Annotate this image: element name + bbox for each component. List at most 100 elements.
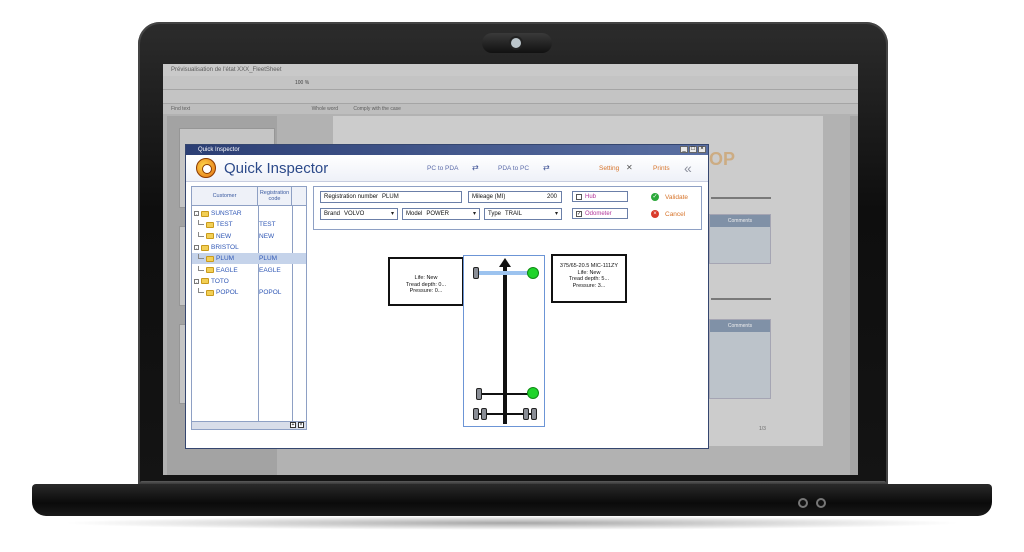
tree-footer: + × (192, 421, 306, 429)
tire-rear1-right[interactable] (527, 387, 539, 399)
sync-icon[interactable]: ⇄ (472, 163, 482, 172)
expand-icon[interactable]: - (194, 211, 199, 217)
rear-axle-1[interactable] (476, 393, 534, 395)
laptop-mockup: Prévisualisation de l'état XXX_FleetShee… (0, 0, 1024, 552)
tree-row[interactable]: EAGLE EAGLE (192, 264, 306, 275)
checkbox-icon (576, 193, 582, 200)
vehicle-form: Registration number PLUM Mileage (MI) 20… (313, 186, 702, 230)
registration-value: PLUM (382, 194, 399, 200)
tire-front-left[interactable] (473, 267, 479, 279)
tire-rear2-right-outer[interactable] (531, 408, 537, 420)
odometer-label: Odometer (585, 210, 612, 217)
validate-button[interactable]: ✓ Validate (651, 193, 688, 201)
window-title: Quick Inspector (198, 147, 240, 153)
back-arrow-icon[interactable]: « (684, 160, 702, 176)
close-button[interactable]: × (698, 146, 706, 153)
tree-row[interactable]: - TOTO (192, 276, 306, 287)
tire-rear2-left-outer[interactable] (473, 408, 479, 420)
window-titlebar: Quick Inspector _ □ × (186, 145, 708, 155)
maximize-button[interactable]: □ (689, 146, 697, 153)
expand-icon[interactable]: - (194, 245, 199, 251)
mileage-label: Mileage (MI) (472, 194, 506, 200)
sync-icon[interactable]: ⇄ (543, 163, 553, 172)
odometer-checkbox[interactable]: ✓ Odometer (572, 208, 628, 219)
customer-name: SUNSTAR (211, 210, 242, 218)
tire-rear1-left[interactable] (476, 388, 482, 400)
registration-code: PLUM (259, 255, 278, 263)
cancel-label: Cancel (665, 210, 686, 218)
customer-column-header[interactable]: Customer (192, 187, 258, 205)
registration-number-field[interactable]: Registration number PLUM (320, 191, 462, 203)
setting-link[interactable]: Setting (599, 165, 619, 172)
tree-row[interactable]: - SUNSTAR (192, 208, 306, 219)
model-select[interactable]: Model POWER (402, 208, 480, 220)
pc-to-pda-link[interactable]: PC to PDA (427, 165, 458, 172)
registration-code: EAGLE (259, 266, 281, 274)
comments-header: Comments (710, 215, 770, 227)
brand-select[interactable]: Brand VOLVO (320, 208, 398, 220)
audio-port-icon (816, 498, 826, 508)
chassis-spine (503, 266, 507, 424)
type-value: TRAIL (505, 211, 523, 217)
registration-code: TEST (259, 221, 276, 229)
tire-pressure: Pressure: 3... (572, 282, 606, 289)
registration-label: Registration number (324, 194, 379, 200)
tree-row[interactable]: - BRISTOL (192, 242, 306, 253)
customer-name: POPOL (216, 289, 239, 297)
customer-tree: Customer Registration code - SUNSTAR TEST… (191, 186, 307, 430)
qinspector-logo-icon (196, 158, 216, 178)
tree-row-selected[interactable]: PLUM PLUM (192, 253, 306, 265)
quick-inspector-window: Quick Inspector _ □ × Quick Inspector PC… (185, 144, 709, 449)
add-icon[interactable]: + (290, 422, 296, 428)
brand-value: VOLVO (344, 211, 365, 217)
expand-icon[interactable]: - (194, 278, 199, 284)
customer-name: NEW (216, 232, 232, 240)
tire-rear2-left-inner[interactable] (481, 408, 487, 420)
laptop-base (32, 484, 992, 516)
comments-header: Comments (710, 320, 770, 332)
tire-front-right[interactable] (527, 267, 539, 279)
report-axle-diagram (711, 298, 771, 300)
background-toolbar: 100 % (163, 76, 858, 90)
background-scrollbar[interactable] (850, 116, 858, 475)
minimize-button[interactable]: _ (680, 146, 688, 153)
prints-link[interactable]: Prints (653, 165, 670, 172)
customer-name: EAGLE (216, 266, 238, 274)
hub-label: Hub (585, 193, 597, 200)
tree-header: Customer Registration code (192, 187, 306, 206)
registration-code: POPOL (259, 289, 282, 297)
background-toolbar-2 (163, 90, 858, 104)
folder-icon (201, 210, 209, 217)
tire-rear2-right-inner[interactable] (523, 408, 529, 420)
background-window-title: Prévisualisation de l'état XXX_FleetShee… (163, 64, 858, 76)
folder-icon (201, 278, 209, 285)
app-header: Quick Inspector PC to PDA ⇄ PDA to PC ⇄ … (186, 155, 708, 182)
mileage-value: 200 (546, 194, 557, 200)
app-title: Quick Inspector (224, 160, 329, 177)
folder-icon (206, 221, 214, 228)
spacer-column (292, 187, 306, 205)
validate-label: Validate (665, 193, 689, 201)
tree-body: - SUNSTAR TEST TEST NEW NEW - BRISTOL PLUM (192, 208, 306, 298)
type-select[interactable]: Type TRAIL (484, 208, 562, 220)
tools-icon[interactable]: ✕ (626, 163, 636, 172)
hub-checkbox[interactable]: Hub (572, 191, 628, 202)
tree-row[interactable]: TEST TEST (192, 219, 306, 230)
report-comments-box: Comments (709, 319, 771, 399)
report-logo: OP (709, 149, 736, 169)
mileage-field[interactable]: Mileage (MI) 200 (468, 191, 562, 203)
customer-name: BRISTOL (211, 244, 239, 252)
folder-icon (206, 289, 214, 296)
tree-row[interactable]: POPOL POPOL (192, 287, 306, 298)
audio-port-icon (798, 498, 808, 508)
find-label: Find text (171, 106, 191, 112)
model-value: POWER (426, 211, 450, 217)
registration-column-header[interactable]: Registration code (258, 187, 292, 205)
laptop-shadow (60, 516, 964, 530)
pda-to-pc-link[interactable]: PDA to PC (498, 165, 529, 172)
customer-name: TEST (216, 221, 233, 229)
cancel-button[interactable]: × Cancel (651, 210, 685, 218)
tree-row[interactable]: NEW NEW (192, 231, 306, 242)
customer-name: TOTO (211, 277, 229, 285)
remove-icon[interactable]: × (298, 422, 304, 428)
